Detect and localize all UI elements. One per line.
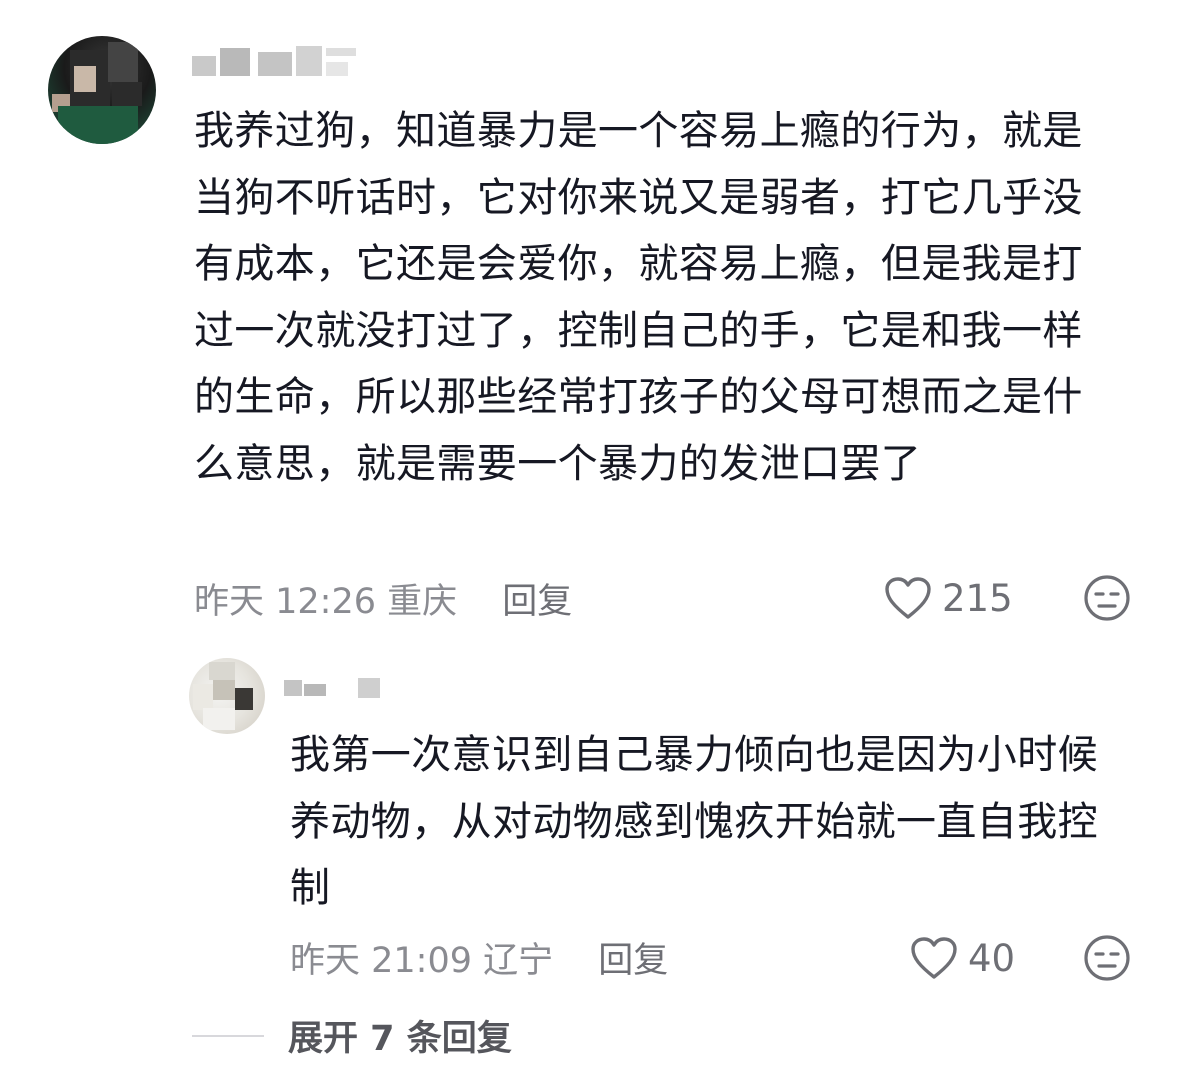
like-count: 40 (968, 936, 1016, 980)
reply-button[interactable]: 回复 (598, 941, 668, 981)
avatar[interactable] (48, 36, 156, 144)
divider (192, 1034, 264, 1037)
comment-time: 昨天 12:26 (194, 582, 376, 622)
username-blurred[interactable] (282, 672, 382, 702)
expand-replies-label: 展开 7 条回复 (288, 1019, 512, 1059)
avatar[interactable] (189, 658, 265, 734)
comment-text: 我养过狗，知道暴力是一个容易上瘾的行为，就是当狗不听话时，它对你来说又是弱者，打… (194, 108, 1083, 487)
dislike-button[interactable] (1083, 934, 1131, 986)
like-button[interactable]: 215 (884, 576, 1013, 620)
like-button[interactable]: 40 (910, 936, 1015, 980)
reply-button[interactable]: 回复 (502, 582, 572, 622)
dislike-face-icon (1084, 935, 1130, 981)
comment-location: 辽宁 (483, 941, 554, 981)
comment-meta: 昨天 12:26 重庆 回复 (194, 573, 572, 624)
comment-meta: 昨天 21:09 辽宁 回复 (290, 932, 668, 983)
comment-time: 昨天 21:09 (290, 941, 472, 981)
heart-icon (885, 577, 931, 619)
username-blurred[interactable] (188, 38, 363, 80)
expand-replies-button[interactable]: 展开 7 条回复 (192, 1010, 512, 1061)
dislike-button[interactable] (1083, 574, 1131, 626)
comment-text: 我第一次意识到自己暴力倾向也是因为小时候养动物，从对动物感到愧疚开始就一直自我控… (290, 732, 1098, 911)
heart-icon (911, 937, 957, 979)
dislike-face-icon (1084, 575, 1130, 621)
comment-location: 重庆 (387, 582, 458, 622)
like-count: 215 (942, 576, 1013, 620)
